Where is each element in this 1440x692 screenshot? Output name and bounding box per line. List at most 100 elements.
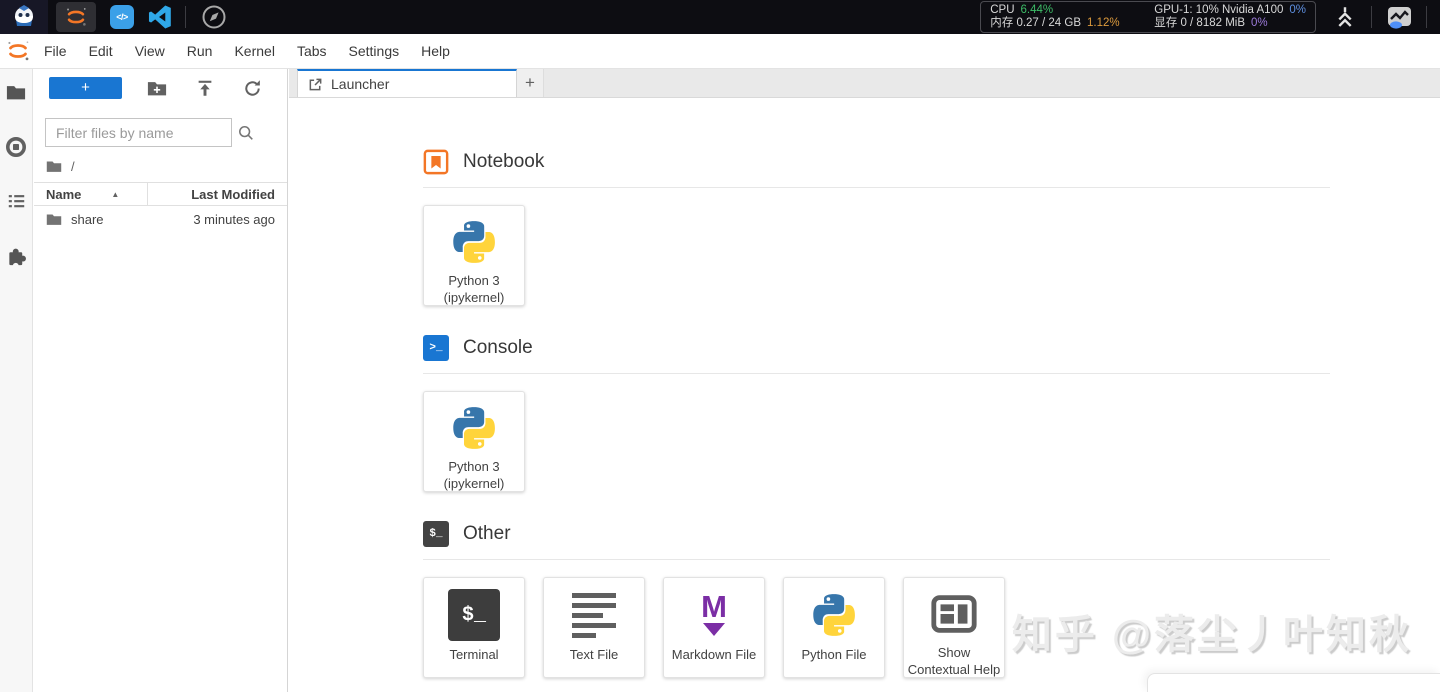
new-launcher-button[interactable]: + bbox=[49, 77, 122, 99]
menu-tabs[interactable]: Tabs bbox=[286, 34, 338, 68]
jupyterlab-window: </> CPU 6.44% GPU-1: 10% Nvidia A100 0% bbox=[0, 0, 1440, 692]
code-server-shortcut[interactable]: </> bbox=[110, 5, 134, 29]
table-of-contents-icon bbox=[8, 195, 24, 208]
memory-label: 内存 0.27 / 24 GB bbox=[990, 17, 1082, 29]
monitor-shortcut[interactable] bbox=[1385, 4, 1413, 30]
plus-icon: + bbox=[525, 73, 535, 92]
cpu-value: 6.44% bbox=[1020, 4, 1054, 16]
python-icon bbox=[808, 589, 860, 641]
menu-run[interactable]: Run bbox=[176, 34, 224, 68]
section-header: >_ Console bbox=[423, 335, 1330, 361]
sidebar-tab-toc[interactable] bbox=[5, 190, 27, 212]
contextual-help-icon bbox=[928, 589, 980, 639]
console-icon: >_ bbox=[423, 335, 449, 361]
file-filter-input[interactable] bbox=[46, 124, 237, 141]
card-label-line1: Python 3 bbox=[448, 459, 500, 474]
cpu-label: CPU bbox=[990, 4, 1015, 16]
home-folder-icon[interactable] bbox=[46, 160, 62, 173]
launcher-card-console-python3[interactable]: Python 3 (ipykernel) bbox=[423, 391, 525, 492]
breadcrumb-root[interactable]: / bbox=[71, 159, 75, 174]
memory-value: 1.12% bbox=[1087, 17, 1120, 29]
menubar: File Edit View Run Kernel Tabs Settings … bbox=[0, 34, 1440, 69]
notebook-icon bbox=[423, 149, 449, 175]
file-list-header: Name ▲ Last Modified bbox=[34, 182, 287, 206]
gpu-stat: GPU-1: 10% Nvidia A100 0% bbox=[1154, 4, 1306, 17]
section-header: $_ Other bbox=[423, 521, 1330, 547]
jupyter-icon bbox=[67, 8, 86, 26]
vscode-icon bbox=[148, 5, 171, 29]
section-title: Notebook bbox=[463, 151, 545, 172]
tab-launcher[interactable]: Launcher bbox=[297, 69, 517, 97]
topbar-divider bbox=[1371, 6, 1372, 28]
terminal-icon: $_ bbox=[448, 589, 500, 641]
add-tab-button[interactable]: + bbox=[517, 69, 544, 97]
search-icon bbox=[237, 124, 255, 142]
activity-bar bbox=[0, 69, 33, 692]
topbar-divider bbox=[1426, 6, 1427, 28]
menu-file[interactable]: File bbox=[33, 34, 78, 68]
gpu-label: GPU-1: 10% Nvidia A100 bbox=[1154, 4, 1284, 16]
corner-popup bbox=[1147, 673, 1440, 692]
refresh-button[interactable] bbox=[243, 79, 262, 98]
section-header: Notebook bbox=[423, 149, 1330, 175]
jupyter-shortcut[interactable] bbox=[56, 2, 96, 32]
python-icon bbox=[448, 403, 500, 453]
compass-icon bbox=[202, 5, 226, 29]
launcher-card-notebook-python3[interactable]: Python 3 (ipykernel) bbox=[423, 205, 525, 306]
launcher-card-contextual-help[interactable]: Show Contextual Help bbox=[903, 577, 1005, 678]
terminal-section-icon: $_ bbox=[423, 521, 449, 547]
card-label-line1: Terminal bbox=[449, 647, 499, 662]
code-icon: </> bbox=[116, 12, 128, 22]
column-header-name[interactable]: Name ▲ bbox=[34, 183, 148, 205]
tab-label: Launcher bbox=[331, 76, 390, 92]
section-divider bbox=[423, 559, 1330, 560]
python-icon bbox=[448, 217, 500, 267]
memory-stat: 内存 0.27 / 24 GB 1.12% bbox=[990, 17, 1140, 30]
file-name: share bbox=[71, 211, 104, 227]
launcher-card-markdown[interactable]: M Markdown File bbox=[663, 577, 765, 678]
card-label-line2: (ipykernel) bbox=[443, 475, 505, 491]
sort-ascending-icon: ▲ bbox=[111, 189, 120, 199]
vscode-shortcut[interactable] bbox=[148, 5, 172, 29]
jupyter-menubar-logo bbox=[3, 37, 33, 65]
sidebar-tab-extensions[interactable] bbox=[5, 245, 27, 267]
upload-button[interactable] bbox=[195, 78, 215, 98]
column-header-modified[interactable]: Last Modified bbox=[148, 187, 287, 202]
tensorboard-shortcut[interactable] bbox=[1332, 4, 1358, 30]
cpu-stat: CPU 6.44% bbox=[990, 4, 1140, 17]
file-filter-box bbox=[45, 118, 253, 147]
menu-kernel[interactable]: Kernel bbox=[223, 34, 285, 68]
menu-view[interactable]: View bbox=[124, 34, 176, 68]
text-file-icon bbox=[572, 592, 616, 638]
sidebar-tab-running[interactable] bbox=[5, 136, 27, 158]
launcher-card-textfile[interactable]: Text File bbox=[543, 577, 645, 678]
launcher-card-pythonfile[interactable]: Python File bbox=[783, 577, 885, 678]
section-title: Other bbox=[463, 523, 511, 544]
file-modified: 3 minutes ago bbox=[193, 211, 275, 227]
tab-bar: Launcher + bbox=[289, 69, 1440, 98]
vram-stat: 显存 0 / 8182 MiB 0% bbox=[1154, 17, 1306, 30]
menu-help[interactable]: Help bbox=[410, 34, 461, 68]
file-row-share[interactable]: share 3 minutes ago bbox=[34, 206, 287, 232]
folder-icon bbox=[6, 85, 26, 99]
card-label-line1: Python 3 bbox=[448, 273, 500, 288]
launcher-section-other: $_ Other $_ Terminal Text File M Markdow… bbox=[423, 521, 1330, 678]
app-logo[interactable] bbox=[0, 0, 48, 34]
refresh-icon bbox=[245, 79, 260, 96]
card-label-line2: (ipykernel) bbox=[443, 289, 505, 305]
topbar-divider bbox=[185, 6, 186, 28]
vram-label: 显存 0 / 8182 MiB bbox=[1154, 17, 1246, 29]
section-divider bbox=[423, 373, 1330, 374]
card-label-line1: Text File bbox=[569, 647, 619, 662]
sidebar-tab-filebrowser[interactable] bbox=[5, 81, 27, 103]
resource-monitor-panel: CPU 6.44% GPU-1: 10% Nvidia A100 0% 内存 0… bbox=[980, 1, 1316, 33]
puzzle-icon bbox=[8, 248, 26, 267]
launcher-icon bbox=[309, 78, 322, 90]
menu-edit[interactable]: Edit bbox=[78, 34, 124, 68]
new-folder-button[interactable] bbox=[147, 80, 167, 97]
launcher-card-terminal[interactable]: $_ Terminal bbox=[423, 577, 525, 678]
menu-settings[interactable]: Settings bbox=[338, 34, 411, 68]
card-label-line1: Markdown File bbox=[671, 647, 757, 662]
browser-shortcut[interactable] bbox=[201, 4, 227, 30]
main-dock-panel: Launcher + Notebook Python 3 (ipykernel)… bbox=[289, 69, 1440, 692]
